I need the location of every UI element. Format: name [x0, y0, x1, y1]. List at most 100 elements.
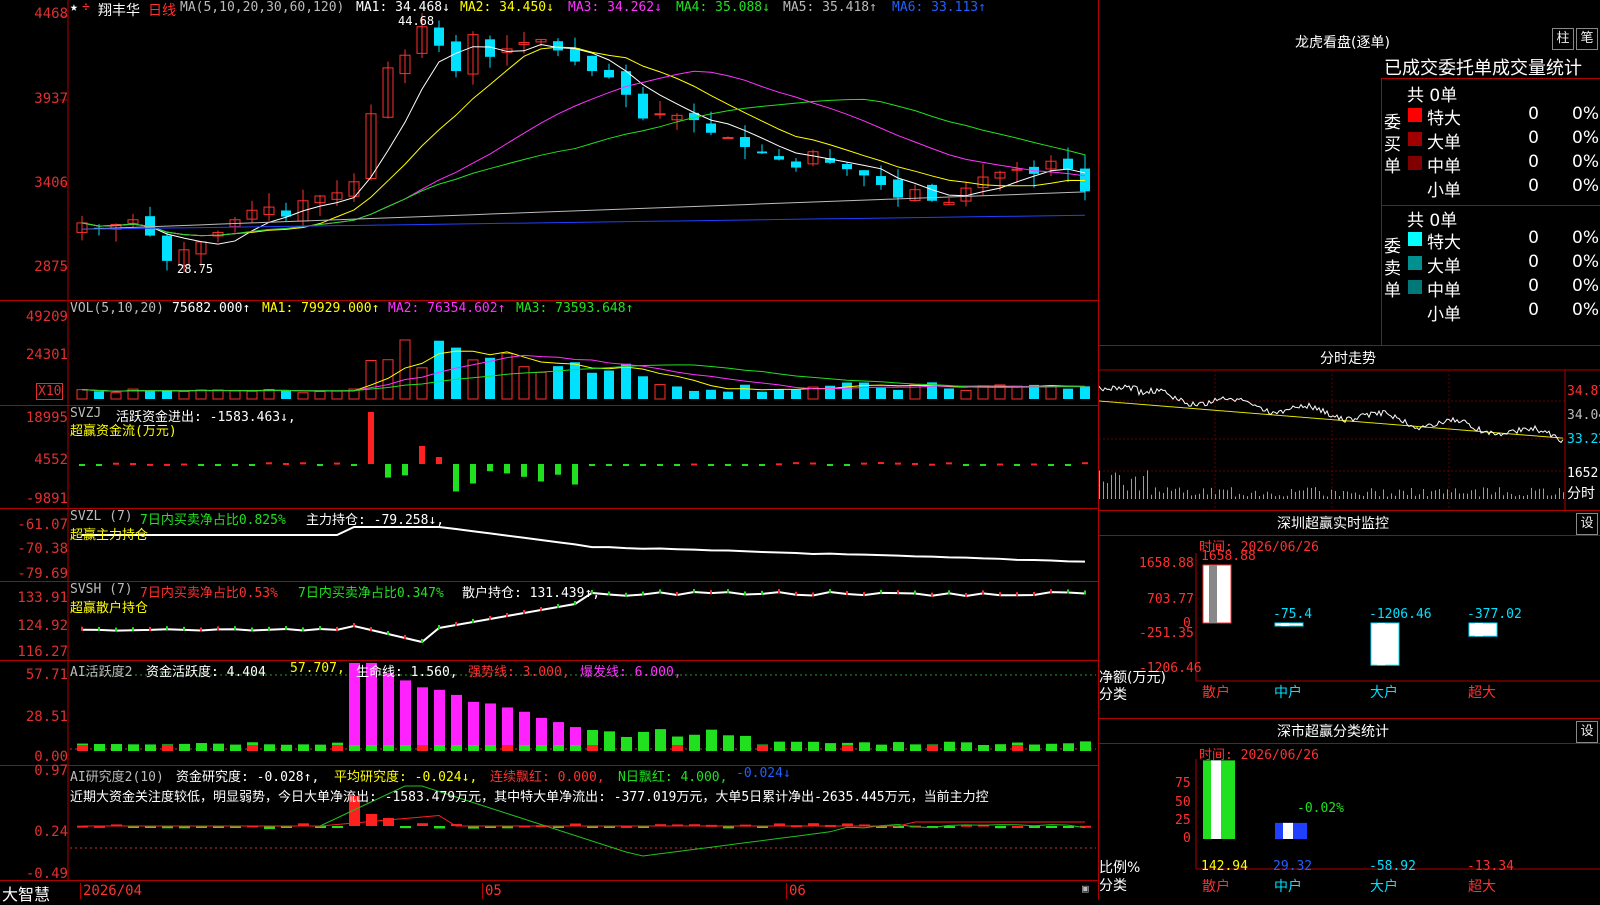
minute-chart-panel[interactable]: 分时走势 34.87 34.04 33.22 1652 分时 — [1099, 346, 1600, 511]
minute-volume-bar — [1399, 489, 1400, 499]
svzj-bar-in — [997, 463, 1003, 466]
minute-vol-label: 1652 — [1567, 466, 1599, 481]
minute-line-chart — [1099, 369, 1600, 510]
buy-row-name: 中单 — [1427, 157, 1461, 177]
minute-volume-bar — [1151, 494, 1152, 499]
minute-volume-bar — [1395, 495, 1396, 499]
minute-volume-bar — [1459, 493, 1460, 499]
stock-name[interactable]: 翔丰华 — [98, 0, 140, 20]
volume-bar-down — [672, 386, 682, 399]
svsh-tick-mark — [268, 626, 270, 631]
sell-row-pct: 0% — [1572, 300, 1599, 320]
svsh-tick-mark — [642, 591, 644, 596]
period-label[interactable]: 日线 — [148, 0, 176, 20]
compare-icon[interactable]: ÷ — [82, 0, 90, 15]
svsh-tick-mark — [115, 627, 117, 632]
svzl-header: SVZL (7) — [70, 509, 133, 524]
price-panel[interactable]: 4468 3937 3406 2875 ★ ÷ 翔丰华 日线 MA(5,10,2… — [0, 0, 1098, 301]
ai-research-bar-down — [332, 826, 343, 828]
sz-monitor-x-caption: 分类 — [1099, 687, 1127, 703]
ai-active-bar — [468, 701, 479, 751]
volume-bar-down — [842, 382, 852, 399]
buy-row-pct: 0% — [1572, 128, 1599, 148]
svsh-tick-mark — [795, 591, 797, 596]
svzj-panel[interactable]: 18995 4552 -9891 SVZJ 活跃资金进出: -1583.463↓… — [0, 406, 1098, 509]
time-label: 05 — [482, 883, 502, 899]
svzl-panel[interactable]: -61.07 -70.38 -79.69 SVZL (7) 7日内买卖净占比0.… — [0, 509, 1098, 582]
minute-volume-bar — [1535, 490, 1536, 499]
lock-icon[interactable]: ▣ — [1082, 882, 1089, 895]
ai-active-base — [706, 745, 717, 751]
vol-ma1: MA1: 79929.000↑ — [262, 301, 380, 316]
svsh-header: SVSH (7) — [70, 582, 133, 597]
ai-research-bar-down — [1046, 826, 1057, 828]
volume-bar-up — [110, 392, 122, 400]
ai-research-panel[interactable]: 0.97 0.24 -0.49 AI研究度2(10) 资金研究度: -0.028… — [0, 763, 1098, 882]
minute-volume-bar — [1447, 489, 1448, 499]
sz-class-value-label: 142.94 — [1201, 859, 1248, 874]
pen-mode-button[interactable]: 笔 — [1576, 28, 1598, 50]
time-axis: 大智慧 2026/04 05 06 ▣ — [0, 880, 1098, 904]
svzj-bar-out — [232, 464, 238, 466]
minute-volume-bar — [1367, 491, 1368, 499]
bar-mode-button[interactable]: 柱 — [1552, 28, 1574, 50]
ai-active-base — [417, 745, 428, 751]
minute-volume-bar — [1251, 492, 1252, 499]
minute-volume-bar — [1155, 487, 1156, 499]
svsh-tick-mark — [1016, 592, 1018, 597]
svsh-tick-mark — [761, 590, 763, 595]
buy-side-label: 委 买 单 — [1384, 112, 1404, 178]
ai-active-tick: 28.51 — [25, 709, 68, 725]
svzj-bar-in — [776, 463, 782, 466]
minute-volume-bar — [1287, 495, 1288, 499]
vol-ma2: MA2: 76354.602↑ — [388, 301, 506, 316]
minute-volume-bar — [1203, 488, 1204, 499]
minute-volume-bar — [1471, 490, 1472, 499]
svzl-tick: -79.69 — [17, 566, 68, 582]
minute-volume-bar — [1499, 487, 1500, 499]
ai-active-base — [349, 745, 360, 751]
svsh-tick-mark — [472, 619, 474, 623]
minute-volume-bar — [1303, 490, 1304, 499]
svsh-tick-mark — [693, 589, 695, 594]
ai-research-bar-up — [417, 823, 428, 826]
minute-volume-bar — [1563, 492, 1564, 499]
buy-row-pct: 0% — [1572, 176, 1599, 196]
volume-bar-down — [706, 389, 716, 399]
svzj-bar-out — [640, 464, 646, 466]
minute-volume-bar — [1431, 491, 1432, 499]
sell-row-count: 0 — [1528, 252, 1539, 272]
sz-monitor-tick: 1658.88 — [1139, 556, 1194, 571]
svsh-tick-mark — [557, 604, 559, 608]
minute-volume-bar — [1559, 488, 1560, 499]
ai-active-panel[interactable]: 57.71 28.51 0.00 AI活跃度2 资金活跃度: 4.404 57.… — [0, 661, 1098, 766]
candle-down — [451, 41, 461, 72]
volume-panel[interactable]: 49209 24301 X10 VOL(5,10,20) 75682.000↑ … — [0, 301, 1098, 406]
ma4-value: MA4: 35.088↓ — [676, 0, 770, 15]
ai-active-base — [434, 745, 445, 751]
star-icon[interactable]: ★ — [70, 0, 78, 15]
minute-volume-bar — [1407, 494, 1408, 499]
svzj-bar-out — [1014, 464, 1020, 466]
buy-row-name: 小单 — [1427, 181, 1461, 201]
buy-row-count: 0 — [1528, 128, 1539, 148]
svzj-bar-out — [402, 464, 408, 476]
svsh-tick-mark — [438, 625, 440, 629]
svsh-panel[interactable]: 133.91 124.92 116.27 SVSH (7) 7日内买卖净占比0.… — [0, 582, 1098, 661]
svsh-tick-mark — [812, 592, 814, 597]
svzj-bar-out — [1065, 464, 1071, 466]
ai-active-base — [77, 745, 88, 751]
minute-volume-bar — [1199, 493, 1200, 499]
volume-bar-up — [195, 389, 207, 400]
ai-active-base — [383, 745, 394, 751]
ai-active-base — [859, 745, 870, 751]
ai-active-base — [1063, 745, 1074, 751]
svzj-bar-in — [793, 462, 799, 465]
sz-class-value-label: 29.32 — [1273, 859, 1313, 874]
svsh-tick-mark — [710, 590, 712, 595]
dragon-tiger-title: 龙虎看盘(逐单) — [1295, 35, 1390, 51]
minute-volume-bar — [1279, 495, 1280, 499]
minute-volume-bar — [1131, 478, 1132, 499]
buy-row-pct: 0% — [1572, 104, 1599, 124]
svzl-tick: -70.38 — [17, 541, 68, 557]
